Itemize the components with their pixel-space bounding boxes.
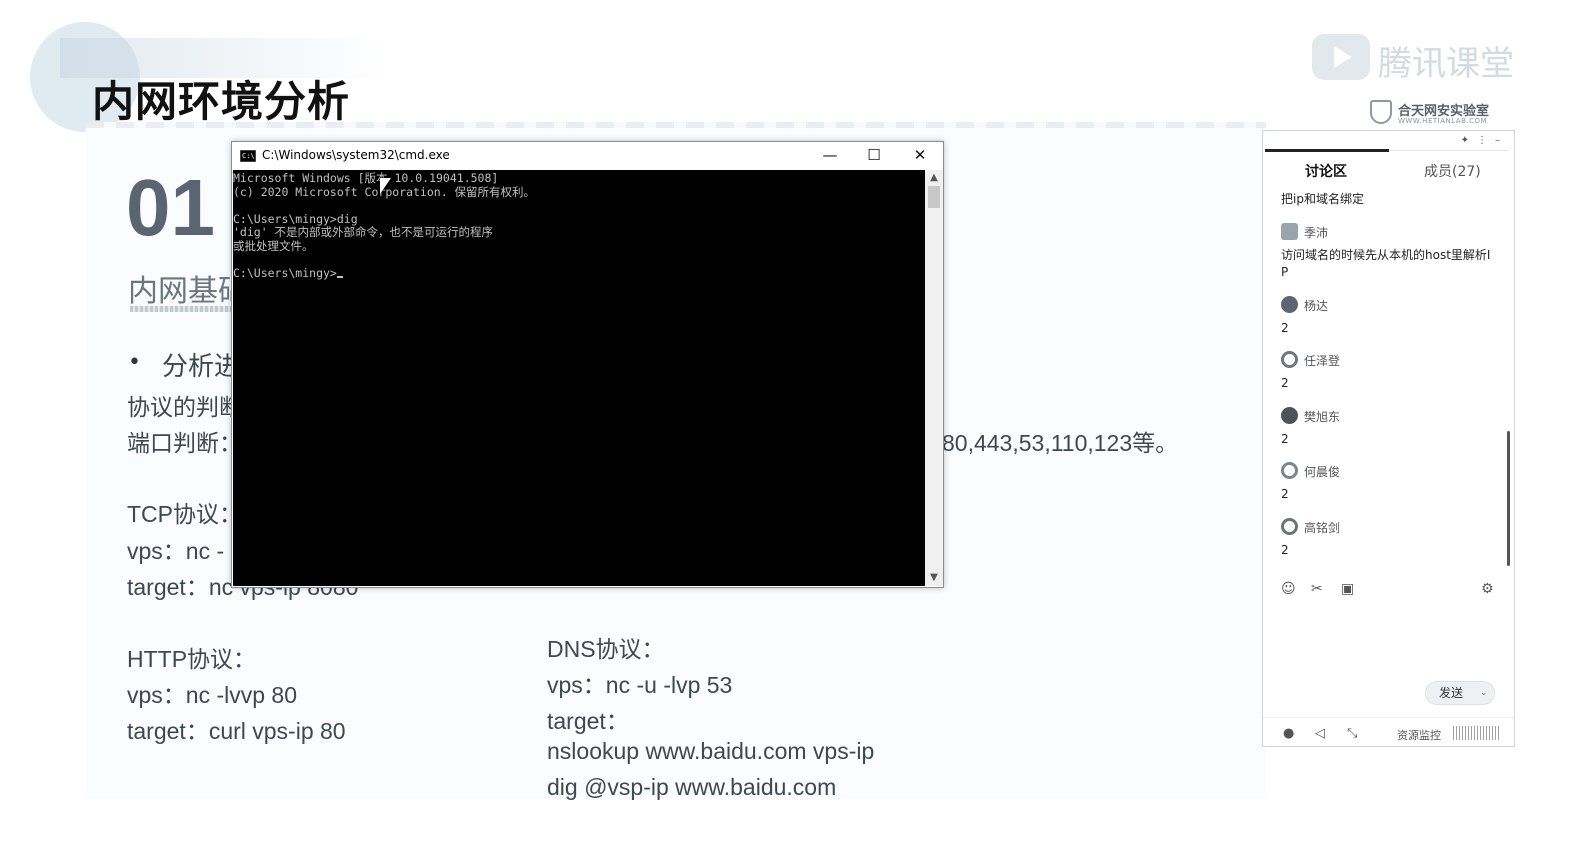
protocol-judge-text: 协议的判断 [127, 394, 242, 420]
minimize-icon[interactable]: – [1495, 135, 1508, 146]
emoji-icon[interactable]: ☺ [1281, 581, 1296, 597]
cmd-window-title: C:\Windows\system32\cmd.exe [262, 148, 450, 162]
avatar [1281, 296, 1298, 313]
console-line: 或批处理文件。 [233, 238, 314, 253]
chat-message-text: 2 [1281, 321, 1289, 335]
chat-message-text: 2 [1281, 543, 1289, 557]
tab-divider [1389, 150, 1509, 151]
section-subtitle: 内网基础 [128, 274, 248, 309]
bullet-icon: • [128, 350, 141, 375]
scroll-down-icon[interactable]: ▼ [925, 570, 943, 586]
minimize-button[interactable]: — [808, 142, 852, 170]
avatar [1281, 462, 1298, 479]
lab-url: WWW.HETIANLAB.COM [1398, 117, 1488, 125]
panel-bottom-bar: ● ◁ ⤡ 资源监控 [1263, 717, 1514, 747]
send-label: 发送 [1439, 686, 1464, 700]
hetian-lab-logo: 合天网安实验室 WWW.HETIANLAB.COM [1370, 98, 1520, 128]
tcp-vps-text: vps：nc - [127, 538, 225, 564]
port-list-text: 80,443,53,110,123等。 [942, 430, 1179, 456]
send-button[interactable]: 发送 ⌄ [1425, 681, 1495, 705]
mouse-pointer-icon [380, 178, 391, 194]
speaker-icon[interactable]: ◁ [1315, 726, 1325, 741]
http-vps-text: vps：nc -lvvp 80 [127, 682, 298, 708]
image-icon[interactable]: ▣ [1341, 581, 1354, 597]
cmd-titlebar[interactable]: C:\ C:\Windows\system32\cmd.exe — ☐ ✕ [232, 142, 943, 170]
cmd-console[interactable]: Microsoft Windows [版本 10.0.19041.508] (c… [233, 170, 925, 586]
maximize-button[interactable]: ☐ [852, 142, 896, 170]
scissors-icon[interactable]: ✂ [1311, 581, 1323, 597]
chat-message-text: 2 [1281, 432, 1289, 446]
close-icon: ✕ [913, 146, 927, 164]
chat-message-text: 2 [1281, 487, 1289, 501]
shield-icon [1370, 100, 1392, 124]
chat-scrollbar[interactable] [1507, 431, 1510, 566]
chevron-down-icon[interactable]: ⌄ [1480, 682, 1488, 704]
chat-message-text: 访问域名的时候先从本机的host里解析IP [1281, 248, 1491, 279]
chat-username: 高铭剑 [1304, 521, 1341, 535]
microphone-icon[interactable]: ● [1283, 726, 1294, 741]
chat-username: 杨达 [1304, 299, 1329, 313]
maximize-icon: ☐ [867, 146, 881, 164]
chat-message-text: 2 [1281, 376, 1289, 390]
scroll-up-icon[interactable]: ▲ [925, 170, 943, 186]
cmd-window[interactable]: C:\ C:\Windows\system32\cmd.exe — ☐ ✕ Mi… [231, 141, 944, 588]
panel-window-controls[interactable]: ✦⋮– [1461, 135, 1508, 146]
chat-toolbar: ☺ ✂ ▣ ⚙ [1281, 581, 1503, 601]
http-label: HTTP协议： [127, 646, 257, 672]
avatar [1281, 407, 1298, 424]
dns-target-text: target： [547, 708, 629, 734]
section-number: 01 [126, 163, 215, 252]
tab-members[interactable]: 成员(27) [1424, 161, 1481, 181]
pin-icon[interactable]: ✦ [1461, 135, 1477, 146]
resource-monitor-label[interactable]: 资源监控 [1397, 727, 1441, 743]
chat-username: 樊旭东 [1304, 410, 1341, 424]
bullet-text: 分析进 [162, 351, 241, 381]
port-judge-label: 端口判断： [127, 430, 242, 456]
active-tab-indicator [1265, 149, 1389, 152]
tencent-class-logo: 腾讯课堂 [1312, 34, 1522, 84]
console-line: Microsoft Windows [版本 10.0.19041.508] [233, 171, 499, 185]
chat-username: 何晨俊 [1304, 465, 1341, 479]
cmd-scrollbar[interactable]: ▲ ▼ [925, 170, 943, 586]
tencent-class-text: 腾讯课堂 [1378, 44, 1514, 84]
console-line: 'dig' 不是内部或外部命令，也不是可运行的程序 [233, 225, 494, 239]
slide-title: 内网环境分析 [92, 77, 351, 126]
console-prompt: C:\Users\mingy> [233, 265, 337, 280]
play-logo-icon [1312, 34, 1370, 80]
chat-username: 任泽登 [1304, 354, 1341, 368]
chat-username: 季沛 [1304, 226, 1329, 240]
console-prompt-line[interactable]: C:\Users\mingy> [233, 265, 925, 281]
mute-icon[interactable]: ⤡ [1347, 726, 1357, 741]
dns-cmd-dig: dig @vsp-ip www.baidu.com [547, 774, 837, 800]
close-button[interactable]: ✕ [898, 142, 942, 170]
dns-cmd-nslookup: nslookup www.baidu.com vps-ip [547, 738, 875, 764]
minimize-icon: — [822, 146, 838, 164]
settings-icon[interactable]: ⚙ [1481, 581, 1494, 597]
text-cursor [336, 275, 343, 278]
discussion-panel: ✦⋮– 讨论区 成员(27) 把ip和域名绑定 季沛 访问域名的时候先从本机的h… [1262, 130, 1515, 747]
resource-monitor-graph [1453, 726, 1499, 740]
avatar [1281, 223, 1298, 240]
scrollbar-thumb[interactable] [928, 186, 940, 208]
dns-vps-text: vps：nc -u -lvp 53 [547, 672, 733, 698]
chat-message-text: 把ip和域名绑定 [1281, 192, 1364, 206]
cmd-icon: C:\ [240, 150, 256, 162]
tcp-label: TCP协议： [127, 501, 242, 527]
avatar [1281, 351, 1298, 368]
tab-discussion[interactable]: 讨论区 [1305, 161, 1347, 181]
subtitle-underline [130, 306, 240, 312]
more-icon[interactable]: ⋮ [1477, 135, 1495, 146]
avatar [1281, 518, 1298, 535]
dns-label: DNS协议： [547, 636, 665, 662]
console-line: (c) 2020 Microsoft Corporation. 保留所有权利。 [233, 184, 536, 199]
http-target-text: target：curl vps-ip 80 [127, 718, 346, 744]
console-line: C:\Users\mingy>dig [233, 211, 358, 226]
